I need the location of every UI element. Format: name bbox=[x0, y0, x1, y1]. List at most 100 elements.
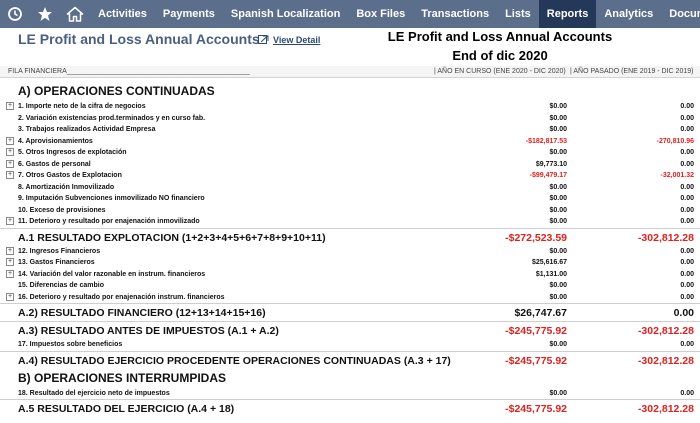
nav-item-documents[interactable]: Documents bbox=[661, 0, 700, 28]
previous-year-value[interactable]: 0.00 bbox=[680, 195, 694, 202]
current-year-value[interactable]: $0.00 bbox=[549, 218, 567, 225]
current-year-value[interactable]: $25,616.67 bbox=[532, 259, 567, 266]
current-year-value[interactable]: $0.00 bbox=[549, 195, 567, 202]
current-year-value[interactable]: -$272,523.59 bbox=[505, 232, 567, 244]
row-label: A.3) RESULTADO ANTES DE IMPUESTOS (A.1 +… bbox=[18, 325, 279, 337]
previous-year-value[interactable]: 0.00 bbox=[680, 390, 694, 397]
view-detail-label: View Detail bbox=[273, 34, 321, 45]
line-item-row: +13. Gastos Financieros $25,616.67 0.00 bbox=[0, 257, 700, 269]
nav-item-reports[interactable]: Reports bbox=[538, 0, 597, 28]
current-year-value[interactable]: $0.00 bbox=[549, 248, 567, 255]
expand-icon[interactable]: + bbox=[6, 136, 14, 145]
line-item-row: +5. Otros Ingresos de explotación $0.00 0.… bbox=[0, 147, 700, 159]
previous-year-value[interactable]: -302,812.28 bbox=[638, 325, 694, 337]
nav-item-analytics[interactable]: Analytics bbox=[596, 0, 661, 28]
expand-icon[interactable]: + bbox=[6, 171, 14, 179]
previous-year-value[interactable]: 0.00 bbox=[680, 115, 694, 122]
row-label: 8. Amortización Inmovilizado bbox=[18, 183, 115, 191]
total-row: A.2) RESULTADO FINANCIERO (12+13+14+15+1… bbox=[0, 303, 700, 321]
column-header-previous-year[interactable]: | AÑO PASADO (ENE 2019 - DIC 2019) bbox=[570, 68, 693, 75]
previous-year-value[interactable]: 0.00 bbox=[680, 161, 694, 168]
previous-year-value[interactable]: 0.00 bbox=[680, 218, 694, 225]
previous-year-value[interactable]: 0.00 bbox=[680, 294, 694, 301]
total-row: A.5 RESULTADO DEL EJERCICIO (A.4 + 18) -$… bbox=[0, 399, 700, 417]
row-label: 6. Gastos de personal bbox=[18, 160, 91, 168]
previous-year-value[interactable]: 0.00 bbox=[680, 149, 694, 156]
current-year-value[interactable]: $0.00 bbox=[549, 115, 567, 122]
nav-item-box-files[interactable]: Box Files bbox=[348, 0, 413, 28]
previous-year-value[interactable]: 0.00 bbox=[680, 207, 694, 214]
current-year-value[interactable]: $0.00 bbox=[549, 341, 567, 348]
previous-year-value[interactable]: -302,812.28 bbox=[638, 403, 694, 415]
expand-icon[interactable]: + bbox=[6, 269, 14, 278]
row-label: 2. Variación existencias prod.terminados… bbox=[18, 114, 206, 122]
current-year-value[interactable]: $0.00 bbox=[549, 207, 567, 214]
expand-icon[interactable]: + bbox=[6, 292, 14, 301]
row-label: 18. Resultado del ejercicio neto de impu… bbox=[18, 389, 170, 397]
line-item-row: 10. Exceso de provisiones $0.00 0.00 bbox=[0, 205, 700, 217]
line-item-row: +6. Gastos de personal $9,773.10 0.00 bbox=[0, 159, 700, 171]
expand-icon[interactable]: + bbox=[6, 159, 14, 168]
previous-year-value[interactable]: -32,001.32 bbox=[661, 172, 694, 179]
column-header-current-year[interactable]: | AÑO EN CURSO (ENE 2020 - DIC 2020) bbox=[434, 68, 566, 75]
current-year-value[interactable]: $26,747.67 bbox=[514, 307, 567, 319]
line-item-row: 17. Impuestos sobre beneficios $0.00 0.00 bbox=[0, 339, 700, 351]
expand-icon[interactable]: + bbox=[6, 102, 14, 110]
previous-year-value[interactable]: 0.00 bbox=[680, 282, 694, 289]
previous-year-value[interactable]: 0.00 bbox=[680, 103, 694, 110]
row-label: 12. Ingresos Financieros bbox=[18, 247, 101, 255]
expand-icon[interactable]: + bbox=[6, 246, 14, 255]
recent-icon[interactable] bbox=[0, 0, 30, 28]
current-year-value[interactable]: -$245,775.92 bbox=[505, 325, 567, 337]
nav-item-lists[interactable]: Lists bbox=[497, 0, 539, 28]
current-year-value[interactable]: $1,131.00 bbox=[536, 271, 567, 278]
previous-year-value[interactable]: 0.00 bbox=[680, 259, 694, 266]
current-year-value[interactable]: -$182,817.53 bbox=[526, 138, 567, 145]
previous-year-value[interactable]: 0.00 bbox=[680, 184, 694, 191]
current-year-value[interactable]: $0.00 bbox=[549, 184, 567, 191]
nav-item-activities[interactable]: Activities bbox=[90, 0, 155, 28]
previous-year-value[interactable]: -270,810.96 bbox=[657, 138, 694, 145]
nav-item-payments[interactable]: Payments bbox=[155, 0, 223, 28]
view-detail-link[interactable]: View Detail bbox=[258, 34, 320, 45]
line-item-row: +11. Deterioro y resultado por enajenaci… bbox=[0, 216, 700, 228]
current-year-value[interactable]: $0.00 bbox=[549, 149, 567, 156]
home-icon[interactable] bbox=[60, 0, 90, 28]
previous-year-value[interactable]: 0.00 bbox=[680, 126, 694, 133]
line-item-row: +14. Variación del valor razonable en in… bbox=[0, 269, 700, 281]
previous-year-value[interactable]: 0.00 bbox=[680, 341, 694, 348]
view-detail-icon bbox=[258, 35, 269, 44]
previous-year-value[interactable]: 0.00 bbox=[674, 307, 694, 319]
row-label: A.2) RESULTADO FINANCIERO (12+13+14+15+1… bbox=[18, 307, 266, 319]
row-label: 4. Aprovisionamientos bbox=[18, 137, 93, 145]
line-item-row: 18. Resultado del ejercicio neto de impu… bbox=[0, 388, 700, 400]
star-icon[interactable] bbox=[30, 0, 60, 28]
current-year-value[interactable]: -$245,775.92 bbox=[505, 403, 567, 415]
column-header-row-label: FILA FINANCIERA_________________________… bbox=[8, 68, 250, 75]
previous-year-value[interactable]: 0.00 bbox=[680, 248, 694, 255]
nav-item-spanish-localization[interactable]: Spanish Localization bbox=[223, 0, 348, 28]
current-year-value[interactable]: $0.00 bbox=[549, 126, 567, 133]
current-year-value[interactable]: $0.00 bbox=[549, 390, 567, 397]
current-year-value[interactable]: $0.00 bbox=[549, 282, 567, 289]
previous-year-value[interactable]: -302,812.28 bbox=[638, 232, 694, 244]
current-year-value[interactable]: $9,773.10 bbox=[536, 161, 567, 168]
current-year-value[interactable]: $0.00 bbox=[549, 103, 567, 110]
line-item-row: +1. Importe neto de la cifra de negocios… bbox=[0, 101, 700, 113]
previous-year-value[interactable]: 0.00 bbox=[680, 271, 694, 278]
nav-item-transactions[interactable]: Transactions bbox=[413, 0, 497, 28]
previous-year-value[interactable]: -302,812.28 bbox=[638, 355, 694, 367]
row-label: 11. Deterioro y resultado por enajenació… bbox=[18, 218, 200, 225]
current-year-value[interactable]: $0.00 bbox=[549, 294, 567, 301]
report-title: LE Profit and Loss Annual Accounts bbox=[387, 29, 613, 44]
nav-menu: Activities Payments Spanish Localization Bo… bbox=[90, 0, 700, 28]
expand-icon[interactable]: + bbox=[6, 148, 14, 156]
expand-icon[interactable]: + bbox=[6, 258, 14, 266]
row-label: 16. Deterioro y resultado por enajenació… bbox=[18, 293, 225, 301]
current-year-value[interactable]: -$99,479.17 bbox=[530, 172, 567, 179]
page-title: LE Profit and Loss Annual Accounts bbox=[18, 31, 260, 47]
expand-icon[interactable]: + bbox=[6, 217, 14, 225]
row-label: 10. Exceso de provisiones bbox=[18, 206, 106, 214]
current-year-value[interactable]: -$245,775.92 bbox=[505, 355, 567, 367]
section-header: B) OPERACIONES INTERRUMPIDAS bbox=[0, 369, 700, 388]
